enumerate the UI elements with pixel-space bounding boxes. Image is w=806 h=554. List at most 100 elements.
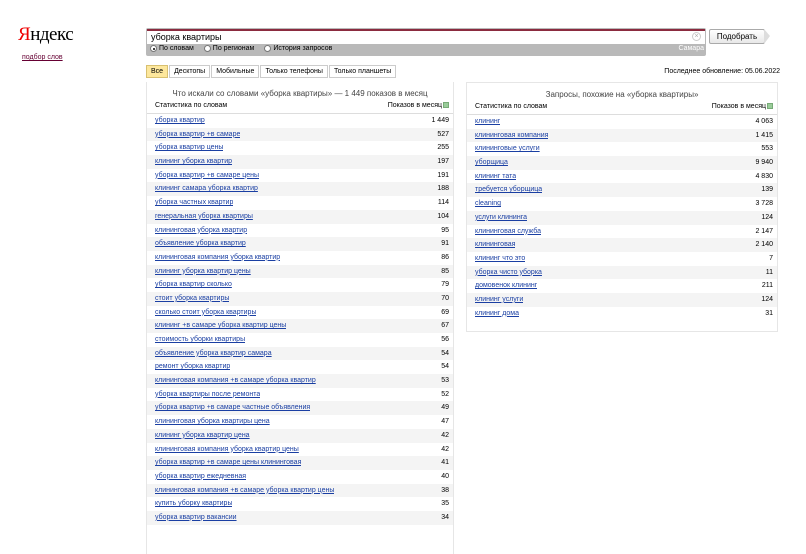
keyword-link[interactable]: клининговая компания +в самаре уборка кв…	[155, 374, 316, 388]
keyword-link[interactable]: клининг +в самаре уборка квартир цены	[155, 319, 286, 333]
radio-icon[interactable]	[150, 45, 157, 52]
tab-desktops[interactable]: Десктопы	[169, 65, 211, 78]
keyword-link[interactable]: cleaning	[475, 197, 501, 211]
keyword-link[interactable]: клининговая компания уборка квартир цены	[155, 443, 299, 457]
table-row: уборка квартир цены 255	[147, 141, 453, 155]
keyword-link[interactable]: клининг уборка квартир цена	[155, 429, 250, 443]
keyword-link[interactable]: требуется уборщица	[475, 183, 542, 197]
keyword-link[interactable]: клининговая служба	[475, 225, 541, 239]
table-row: уборка частных квартир 114	[147, 196, 453, 210]
tab-all[interactable]: Все	[146, 65, 169, 78]
keyword-link[interactable]: уборка квартир цены	[155, 141, 223, 155]
column-header-words: Статистика по словам	[155, 102, 228, 109]
column-header-impressions: Показов в месяц	[388, 100, 449, 113]
keyword-link[interactable]: клининговая компания	[475, 129, 548, 143]
keyword-link[interactable]: уборка квартиры после ремонта	[155, 388, 260, 402]
table-row: клининговая уборка квартиры цена 47	[147, 415, 453, 429]
impressions-count: 42	[441, 431, 449, 439]
keyword-link[interactable]: стоит уборка квартиры	[155, 292, 229, 306]
keyword-link[interactable]: купить уборку квартиры	[155, 497, 232, 511]
search-query[interactable]: уборка квартиры	[151, 32, 221, 42]
keyword-link[interactable]: сколько стоит уборка квартиры	[155, 306, 256, 320]
keyword-link[interactable]: клининг тата	[475, 170, 516, 184]
region-selector[interactable]: Самара	[678, 45, 704, 52]
keyword-link[interactable]: клининговая компания +в самаре уборка кв…	[155, 484, 334, 498]
keyword-link[interactable]: уборка чисто уборка	[475, 266, 542, 280]
keyword-link[interactable]: клининг дома	[475, 307, 519, 321]
clear-icon[interactable]: ×	[692, 32, 701, 41]
column-header-impressions: Показов в месяц	[712, 101, 773, 114]
keyword-link[interactable]: уборка квартир +в самаре цены клинингова…	[155, 456, 301, 470]
tab-phones[interactable]: Только телефоны	[260, 65, 328, 78]
impressions-count: 4 830	[755, 172, 773, 180]
mode-history[interactable]: История запросов	[264, 45, 332, 52]
keyword-link[interactable]: клининговая компания уборка квартир	[155, 251, 280, 265]
keyword-link[interactable]: объявление уборка квартир самара	[155, 347, 272, 361]
keyword-link[interactable]: уборка частных квартир	[155, 196, 233, 210]
keyword-link[interactable]: объявление уборка квартир	[155, 237, 246, 251]
yandex-logo[interactable]: Яндекс подбор слов	[18, 24, 88, 61]
keyword-link[interactable]: уборка квартир сколько	[155, 278, 232, 292]
table-row: клининговая компания 1 415	[467, 128, 777, 143]
impressions-count: 2 147	[755, 227, 773, 235]
keyword-link[interactable]: клининг услуги	[475, 293, 523, 307]
search-input[interactable]: уборка квартиры ×	[147, 29, 705, 44]
impressions-count: 1 415	[755, 131, 773, 139]
table-row: клининг уборка квартир цена 42	[147, 428, 453, 443]
column-header-label: Показов в месяц	[711, 103, 766, 110]
keyword-link[interactable]: клининговые услуги	[475, 142, 540, 156]
table-row: клининг услуги 124	[467, 292, 777, 307]
keyword-link[interactable]: уборка квартир вакансии	[155, 511, 237, 525]
mode-by-words[interactable]: По словам	[150, 45, 194, 52]
keyword-link[interactable]: уборка квартир	[155, 114, 205, 128]
keyword-link[interactable]: уборка квартир +в самаре частные объявле…	[155, 401, 310, 415]
impressions-count: 53	[441, 377, 449, 385]
impressions-count: 191	[437, 171, 449, 179]
keyword-link[interactable]: клининговая уборка квартиры цена	[155, 415, 270, 429]
impressions-count: 35	[441, 500, 449, 508]
table-row: требуется уборщица 139	[467, 183, 777, 198]
keyword-link[interactable]: клининговая уборка квартир	[155, 224, 247, 238]
last-updated: Последнее обновление: 05.06.2022	[664, 68, 780, 75]
keyword-link[interactable]: генеральная уборка квартиры	[155, 210, 253, 224]
keyword-link[interactable]: клининг самара уборка квартир	[155, 182, 258, 196]
keyword-link[interactable]: клининг	[475, 115, 500, 129]
keyword-link[interactable]: клининг что это	[475, 252, 525, 266]
tab-mobile[interactable]: Мобильные	[211, 65, 260, 78]
table-row: уборка квартир +в самаре цены 191	[147, 169, 453, 183]
mode-label: История запросов	[273, 45, 333, 52]
radio-icon[interactable]	[264, 45, 272, 52]
impressions-count: 9 940	[755, 159, 773, 167]
impressions-count: 41	[441, 459, 449, 467]
keyword-link[interactable]: услуги клининга	[475, 211, 527, 225]
keyword-link[interactable]: домовенок клининг	[475, 279, 537, 293]
table-row: стоимость уборки квартиры 56	[147, 333, 453, 347]
keyword-link[interactable]: клининг уборка квартир цены	[155, 265, 251, 279]
impressions-count: 2 140	[755, 241, 773, 249]
impressions-count: 7	[769, 254, 773, 262]
help-icon[interactable]	[767, 103, 773, 109]
impressions-count: 85	[441, 267, 449, 275]
tab-tablets[interactable]: Только планшеты	[328, 65, 397, 78]
keyword-link[interactable]: уборка квартир +в самаре цены	[155, 169, 259, 183]
table-row: клининг самара уборка квартир 188	[147, 182, 453, 197]
impressions-count: 527	[437, 130, 449, 138]
impressions-count: 553	[761, 145, 773, 153]
help-icon[interactable]	[443, 102, 449, 108]
submit-arrow-icon	[764, 29, 770, 44]
radio-icon[interactable]	[203, 45, 211, 52]
keyword-link[interactable]: уборка квартир +в самаре	[155, 128, 240, 142]
table-row: cleaning 3 728	[467, 197, 777, 211]
keyword-link[interactable]: стоимость уборки квартиры	[155, 333, 245, 347]
keyword-link[interactable]: клининговая	[475, 238, 515, 252]
wordstat-link[interactable]: подбор слов	[18, 54, 88, 61]
keyword-link[interactable]: ремонт уборка квартир	[155, 360, 230, 374]
impressions-count: 91	[441, 240, 449, 248]
keyword-link[interactable]: уборка квартир ежедневная	[155, 470, 246, 484]
keyword-link[interactable]: клининг уборка квартир	[155, 155, 232, 169]
keyword-link[interactable]: уборщица	[475, 156, 508, 170]
impressions-count: 34	[441, 513, 449, 521]
submit-button[interactable]: Подобрать	[709, 29, 765, 44]
mode-by-regions[interactable]: По регионам	[203, 45, 254, 52]
mode-label: По словам	[159, 45, 194, 52]
